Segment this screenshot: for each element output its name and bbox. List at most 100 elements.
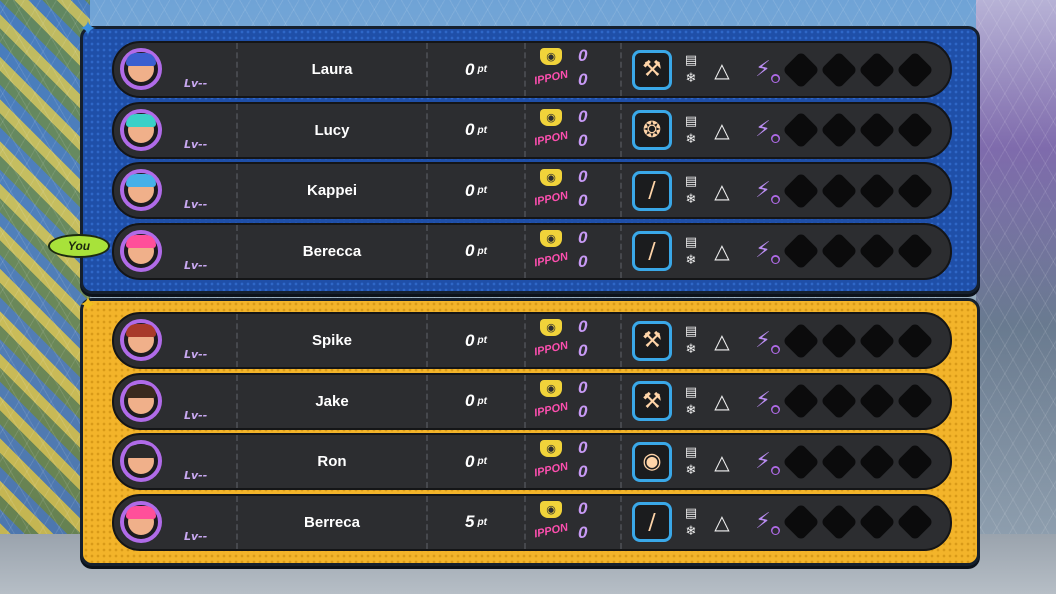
hammer-weapon-icon[interactable]: ⚒ bbox=[632, 381, 672, 421]
stat-icon: ❄ bbox=[685, 252, 697, 268]
ippon-cell: ◉ IPPON 0 0 bbox=[526, 43, 622, 96]
empty-slot[interactable] bbox=[858, 111, 896, 149]
player-row[interactable]: Lv-- Jake 0 pt ◉ IPPON 0 0 ⚒ ▤ ❄ △ ⚡ ● bbox=[112, 372, 952, 430]
empty-slot[interactable] bbox=[858, 171, 896, 210]
empty-slot[interactable] bbox=[896, 442, 934, 481]
empty-slot[interactable] bbox=[858, 503, 896, 541]
empty-slot[interactable] bbox=[820, 111, 858, 149]
loadout-cell: ◉ ▤ ❄ △ ⚡ ● bbox=[622, 435, 950, 488]
empty-slot[interactable] bbox=[782, 50, 820, 89]
weapon-stats: ▤ ❄ bbox=[678, 234, 704, 269]
ball-weapon-icon[interactable]: ◉ bbox=[632, 441, 672, 482]
player-row[interactable]: Lv-- Kappei 0 pt ◉ IPPON 0 0 ∕ ▤ ❄ △ ⚡ ● bbox=[112, 162, 952, 219]
empty-slot[interactable] bbox=[820, 442, 858, 481]
stat-icon: ▤ bbox=[684, 53, 698, 68]
team-yellow-emblem-icon: ✦ bbox=[78, 293, 98, 318]
hammer-weapon-icon[interactable]: ⚒ bbox=[632, 49, 672, 90]
crown-icon: ◉ bbox=[540, 48, 562, 65]
points-unit: pt bbox=[477, 124, 487, 136]
empty-slot[interactable] bbox=[858, 321, 896, 360]
player-name: Berecca bbox=[302, 242, 362, 260]
empty-slot[interactable] bbox=[896, 232, 934, 270]
ippon-count-top: 0 bbox=[578, 46, 588, 65]
team-blue-emblem-icon: ✦ bbox=[78, 17, 98, 42]
avatar bbox=[120, 48, 162, 90]
avatar bbox=[120, 108, 162, 151]
level-label: Lv-- bbox=[184, 348, 208, 361]
player-row[interactable]: Lv-- Berecca 0 pt ◉ IPPON 0 0 ∕ ▤ ❄ △ ⚡ … bbox=[112, 222, 952, 280]
empty-slot[interactable] bbox=[820, 382, 858, 420]
player-row[interactable]: Lv-- Berreca 5 pt ◉ IPPON 0 0 ∕ ▤ ❄ △ ⚡ … bbox=[112, 493, 952, 551]
empty-slot[interactable] bbox=[782, 442, 820, 481]
empty-slot[interactable] bbox=[820, 503, 858, 541]
level-label: Lv-- bbox=[184, 529, 208, 543]
stat-icon: ▤ bbox=[684, 445, 698, 460]
empty-slot[interactable] bbox=[896, 50, 934, 89]
empty-slot[interactable] bbox=[820, 50, 858, 89]
empty-slot[interactable] bbox=[858, 382, 896, 420]
player-points: 0 bbox=[465, 59, 475, 79]
points-unit: pt bbox=[477, 395, 487, 407]
level-label: Lv-- bbox=[184, 258, 208, 272]
empty-slot[interactable] bbox=[782, 171, 820, 210]
item-slots bbox=[782, 382, 934, 420]
stat-icon: ▤ bbox=[684, 505, 698, 521]
empty-slot[interactable] bbox=[820, 171, 858, 210]
ippon-count-bottom: 0 bbox=[578, 251, 588, 271]
empty-slot[interactable] bbox=[896, 171, 934, 210]
bat-weapon-icon[interactable]: ∕ bbox=[632, 231, 672, 271]
skill-icon: △ bbox=[714, 449, 730, 474]
player-row[interactable]: Lv-- Ron 0 pt ◉ IPPON 0 0 ◉ ▤ ❄ △ ⚡ ● bbox=[112, 433, 952, 490]
empty-slot[interactable] bbox=[858, 50, 896, 89]
empty-slot[interactable] bbox=[782, 232, 820, 270]
empty-slot[interactable] bbox=[896, 321, 934, 360]
ippon-count-bottom: 0 bbox=[578, 130, 588, 150]
empty-slot[interactable] bbox=[858, 232, 896, 270]
item-slots bbox=[782, 442, 934, 481]
fan-weapon-icon[interactable]: ❂ bbox=[632, 110, 672, 150]
empty-slot[interactable] bbox=[820, 321, 858, 360]
crown-icon: ◉ bbox=[540, 319, 562, 336]
player-row[interactable]: Lv-- Spike 0 pt ◉ IPPON 0 0 ⚒ ▤ ❄ △ ⚡ ● bbox=[112, 312, 952, 369]
ippon-cell: ◉ IPPON 0 0 bbox=[526, 495, 622, 549]
stat-icon: ▤ bbox=[684, 113, 698, 129]
skill-icon: △ bbox=[714, 328, 730, 353]
empty-slot[interactable] bbox=[782, 382, 820, 420]
weapon-stats: ▤ ❄ bbox=[678, 323, 704, 358]
ippon-count-bottom: 0 bbox=[578, 341, 588, 360]
avatar bbox=[120, 379, 162, 422]
empty-slot[interactable] bbox=[896, 111, 934, 149]
avatar-face-icon bbox=[126, 53, 156, 82]
bat-weapon-icon[interactable]: ∕ bbox=[632, 502, 672, 542]
empty-slot[interactable] bbox=[782, 111, 820, 149]
ippon-label: IPPON bbox=[533, 460, 570, 480]
empty-slot[interactable] bbox=[896, 382, 934, 420]
skill-icon: △ bbox=[714, 239, 730, 263]
empty-slot[interactable] bbox=[896, 503, 934, 541]
ippon-label: IPPON bbox=[533, 129, 570, 148]
level-label: Lv-- bbox=[184, 408, 208, 422]
ippon-label: IPPON bbox=[533, 339, 570, 359]
loadout-cell: ∕ ▤ ❄ △ ⚡ ● bbox=[622, 496, 950, 549]
points-cell: 0 pt bbox=[428, 103, 526, 157]
empty-slot[interactable] bbox=[858, 442, 896, 481]
name-cell: Jake bbox=[238, 374, 428, 428]
loadout-cell: ⚒ ▤ ❄ △ ⚡ ● bbox=[622, 314, 950, 367]
item-slots bbox=[782, 232, 934, 270]
you-badge: You bbox=[48, 234, 110, 258]
hammer-weapon-icon[interactable]: ⚒ bbox=[632, 320, 672, 361]
bat-weapon-icon[interactable]: ∕ bbox=[632, 170, 672, 211]
avatar bbox=[120, 319, 162, 361]
ippon-count-top: 0 bbox=[578, 106, 588, 126]
empty-slot[interactable] bbox=[782, 503, 820, 541]
item-slots bbox=[782, 50, 934, 89]
crown-icon: ◉ bbox=[540, 169, 562, 186]
player-row[interactable]: Lv-- Lucy 0 pt ◉ IPPON 0 0 ❂ ▤ ❄ △ ⚡ ● bbox=[112, 101, 952, 159]
player-row[interactable]: Lv-- Laura 0 pt ◉ IPPON 0 0 ⚒ ▤ ❄ △ ⚡ ● bbox=[112, 41, 952, 98]
avatar-cell: Lv-- bbox=[114, 374, 238, 428]
avatar-cell: Lv-- bbox=[114, 43, 238, 96]
ippon-count-bottom: 0 bbox=[578, 191, 588, 210]
avatar-face-icon bbox=[126, 234, 156, 264]
empty-slot[interactable] bbox=[782, 321, 820, 360]
empty-slot[interactable] bbox=[820, 232, 858, 270]
